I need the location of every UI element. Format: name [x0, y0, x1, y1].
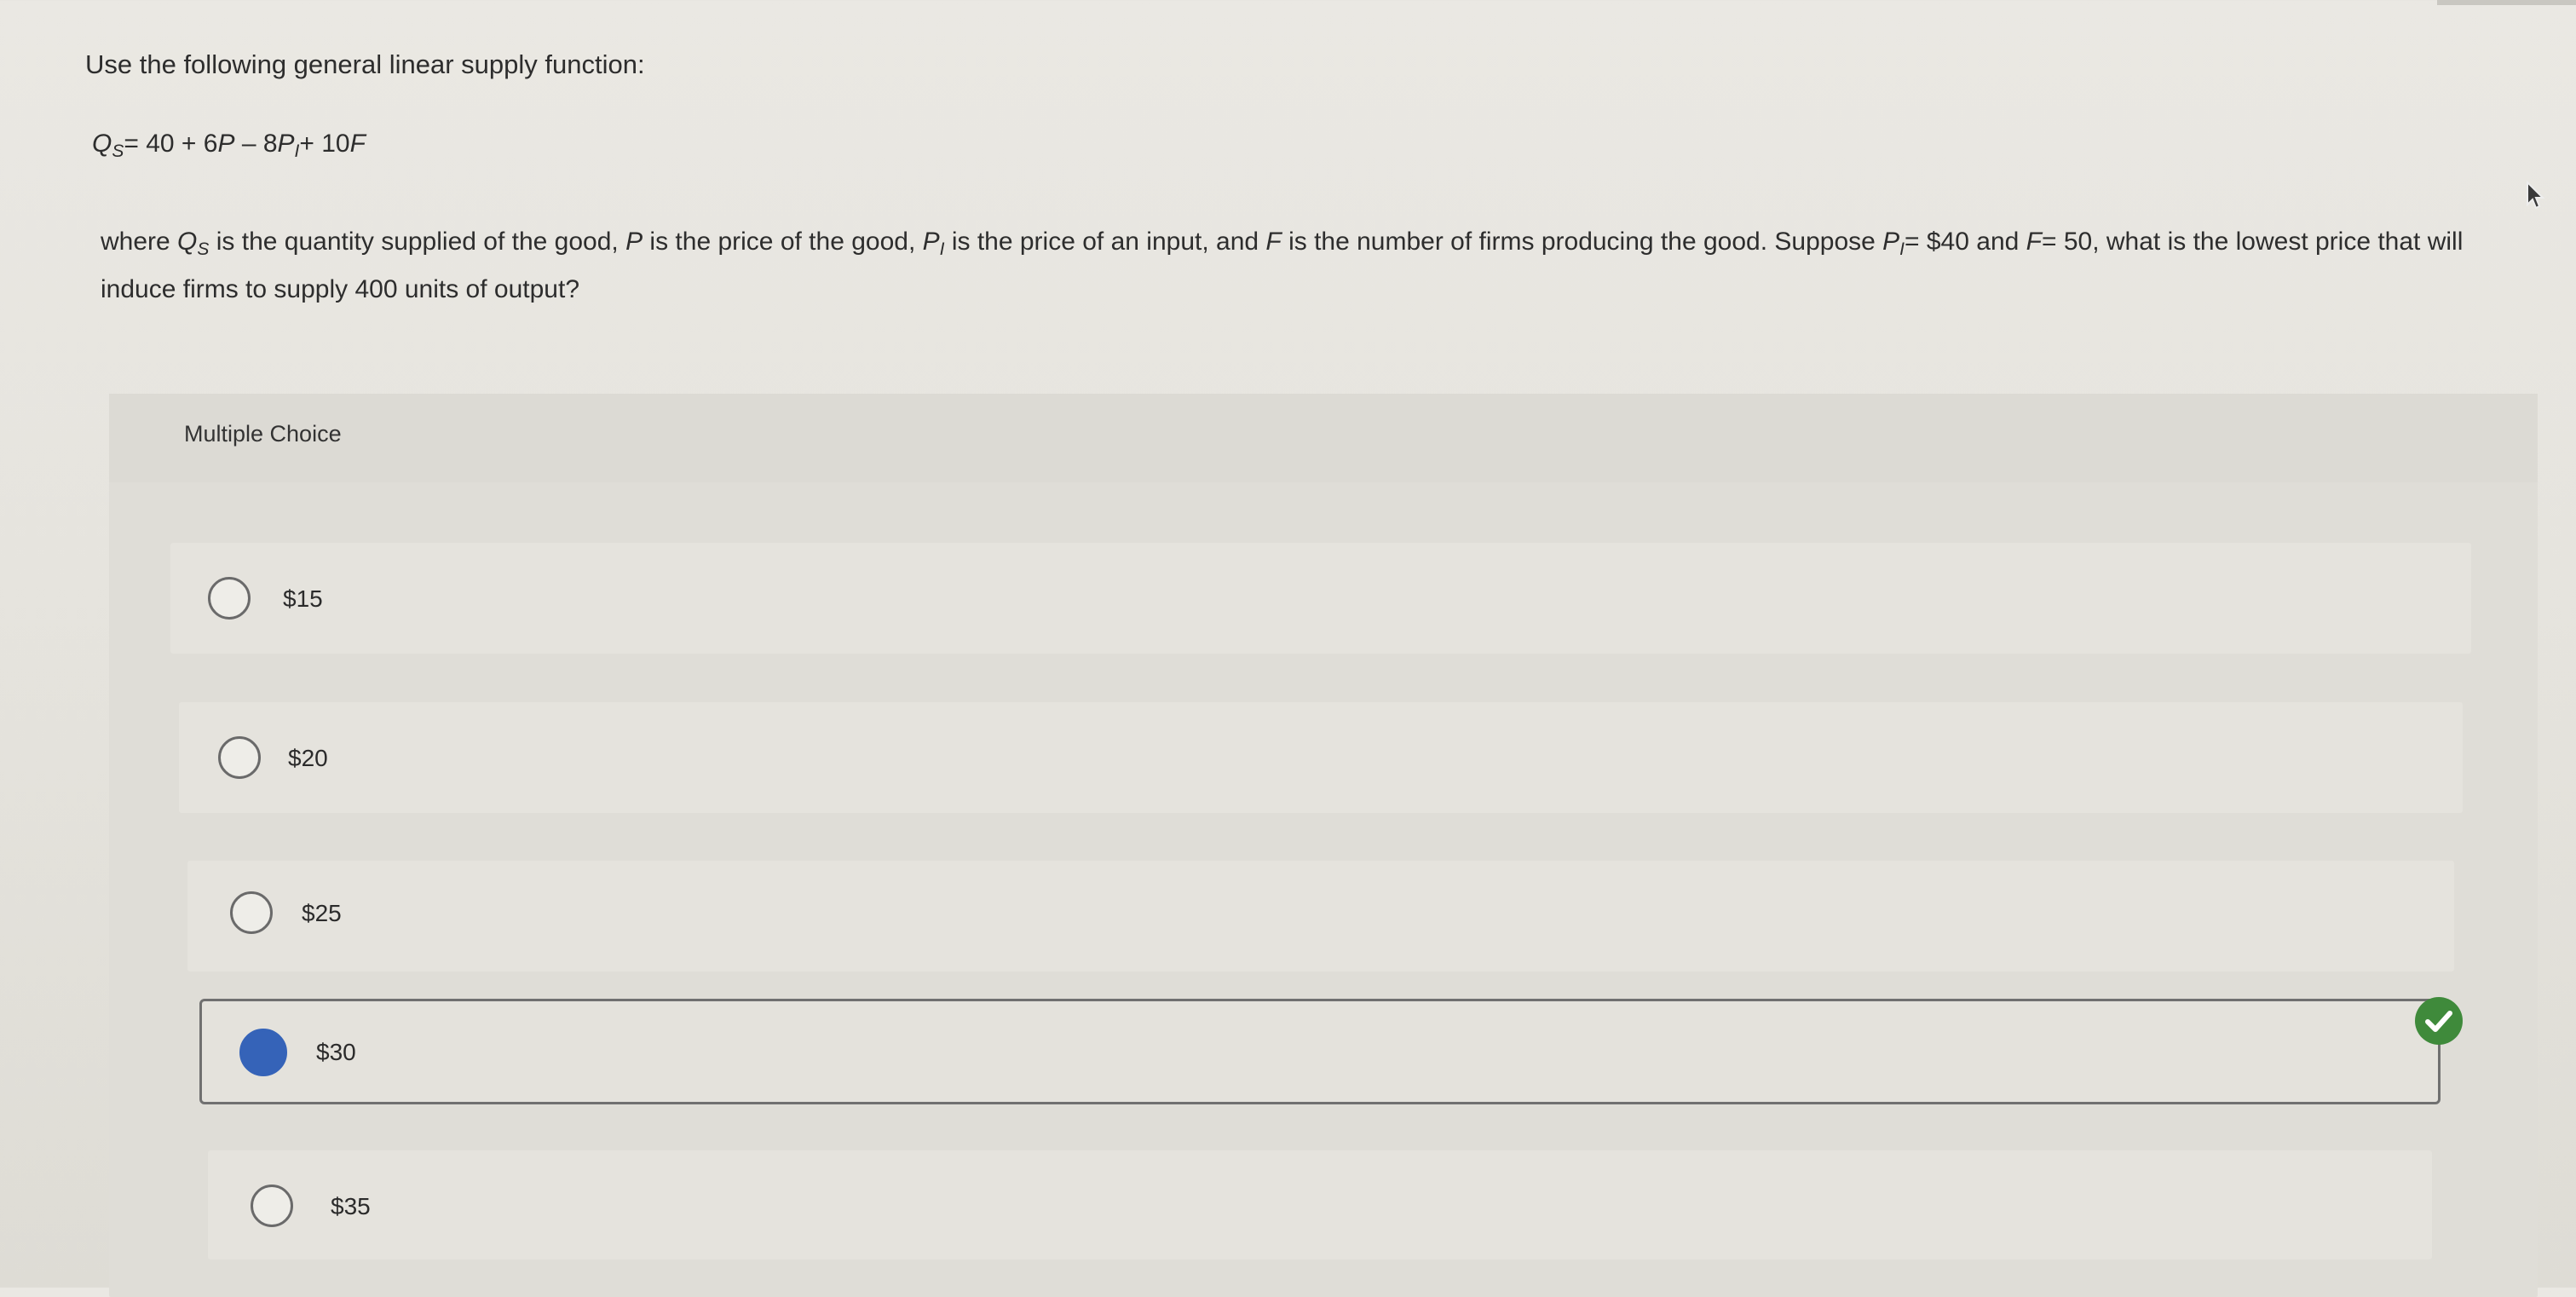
eq-part-a: = 40 + 6: [124, 130, 218, 158]
question-text: where QS is the quantity supplied of the…: [101, 222, 2521, 309]
q-text-6: = $40 and: [1905, 228, 2026, 256]
question-intro: Use the following general linear supply …: [85, 49, 645, 79]
choice-label: $20: [288, 745, 328, 771]
eq-q: Q: [92, 130, 112, 158]
radio-button[interactable]: [218, 736, 261, 779]
eq-q-sub: S: [112, 141, 124, 161]
multiple-choice-header: Multiple Choice: [109, 394, 2538, 482]
top-edge-bar: [2437, 0, 2576, 5]
choice-label: $15: [283, 585, 323, 612]
radio-button[interactable]: [230, 891, 273, 934]
q-text-3: is the price of the good,: [643, 228, 923, 256]
choice-label: $30: [316, 1039, 356, 1065]
q-text-5: is the number of firms producing the goo…: [1281, 228, 1883, 256]
multiple-choice-panel: Multiple Choice $15 $20 $25 $30 $35: [109, 394, 2538, 1297]
eq-p: P: [217, 130, 235, 158]
page: Use the following general linear supply …: [0, 0, 2576, 1297]
q-text-4: is the price of an input, and: [944, 228, 1266, 256]
q-text-2: is the quantity supplied of the good,: [209, 228, 626, 256]
q-text-1: where: [101, 228, 178, 256]
eq-part-c: + 10: [299, 130, 350, 158]
choice-option-2[interactable]: $20: [179, 702, 2463, 813]
mouse-pointer-icon: [2522, 179, 2546, 213]
choice-label: $35: [331, 1193, 371, 1219]
q-var-p: P: [625, 228, 643, 256]
eq-pi: P: [277, 130, 295, 158]
q-var-f2: F: [2026, 228, 2042, 256]
choice-option-3[interactable]: $25: [187, 861, 2454, 971]
choice-option-1[interactable]: $15: [170, 543, 2471, 654]
choice-label: $25: [302, 900, 342, 926]
choice-option-5[interactable]: $35: [208, 1150, 2432, 1260]
q-var-pi: P: [922, 228, 940, 256]
correct-check-icon: [2415, 997, 2463, 1045]
choice-option-4-selected[interactable]: $30: [199, 999, 2441, 1104]
radio-button-selected[interactable]: [239, 1029, 287, 1076]
eq-part-b: – 8: [234, 130, 278, 158]
q-var-pi2: P: [1882, 228, 1900, 256]
radio-button[interactable]: [208, 577, 251, 620]
eq-f: F: [349, 130, 366, 158]
supply-equation: QS= 40 + 6P – 8PI+ 10F: [92, 130, 366, 162]
radio-button[interactable]: [251, 1185, 293, 1227]
q-var-q-sub: S: [197, 239, 210, 259]
q-var-f: F: [1265, 228, 1282, 256]
multiple-choice-label: Multiple Choice: [184, 421, 342, 447]
q-var-q: Q: [177, 228, 198, 256]
